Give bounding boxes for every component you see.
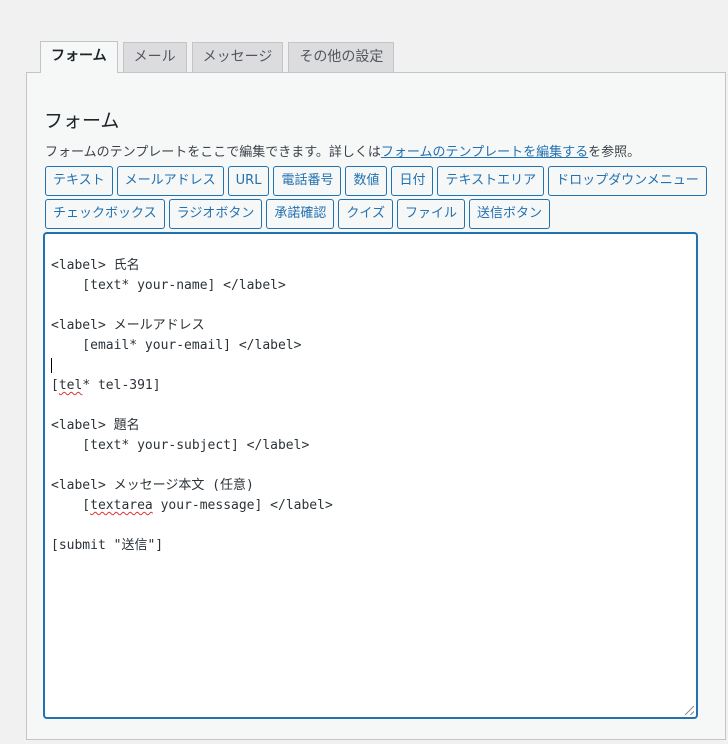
tag-textarea-button[interactable]: テキストエリア (437, 166, 545, 196)
tab-bar: フォーム メール メッセージ その他の設定 (40, 41, 399, 73)
spellcheck-word: tel (58, 378, 83, 393)
editor-text: * tel-391] (82, 378, 161, 393)
tag-url-button[interactable]: URL (227, 166, 270, 196)
editor-line: <label> メッセージ本文 (任意) (51, 478, 254, 493)
editor-line: [textarea your-message] </label> (51, 498, 333, 513)
tag-text-button[interactable]: テキスト (45, 166, 113, 196)
tag-radio-button[interactable]: ラジオボタン (168, 199, 263, 229)
editor-line: [submit "送信"] (51, 538, 164, 553)
editor-line-cursor (51, 356, 333, 376)
text-caret (51, 358, 52, 373)
editor-line: [text* your-name] </label> (51, 278, 286, 293)
description-prefix: フォームのテンプレートをここで編集できます。詳しくは (45, 145, 381, 160)
tag-email-button[interactable]: メールアドレス (116, 166, 224, 196)
tab-other-settings[interactable]: その他の設定 (288, 42, 395, 73)
tag-tel-button[interactable]: 電話番号 (273, 166, 342, 196)
tag-number-button[interactable]: 数値 (345, 166, 388, 196)
tag-quiz-button[interactable]: クイズ (338, 199, 394, 229)
spellcheck-word: textarea (90, 498, 153, 513)
description-suffix: を参照。 (588, 145, 641, 160)
tag-acceptance-button[interactable]: 承諾確認 (266, 199, 335, 229)
tab-form[interactable]: フォーム (40, 41, 118, 73)
editor-line: [text* your-subject] </label> (51, 438, 310, 453)
tag-generator-row-2: チェックボックス ラジオボタン 承諾確認 クイズ ファイル 送信ボタン (45, 199, 551, 229)
tag-generator-row-1: テキスト メールアドレス URL 電話番号 数値 日付 テキストエリア ドロップ… (45, 166, 707, 196)
tab-mail[interactable]: メール (122, 42, 187, 73)
editor-line: <label> 氏名 (51, 258, 140, 273)
editor-content: <label> 氏名 [text* your-name] </label> <l… (51, 256, 333, 556)
tag-checkbox-button[interactable]: チェックボックス (45, 199, 165, 229)
tag-date-button[interactable]: 日付 (391, 166, 434, 196)
editor-line: [tel* tel-391] (51, 378, 161, 393)
template-help-link[interactable]: フォームのテンプレートを編集する (381, 145, 588, 160)
panel-title: フォーム (44, 110, 120, 132)
editor-line: <label> メールアドレス (51, 318, 205, 333)
tag-submit-button[interactable]: 送信ボタン (469, 199, 551, 229)
form-panel: フォーム フォームのテンプレートをここで編集できます。詳しくはフォームのテンプレ… (26, 72, 726, 740)
tab-messages[interactable]: メッセージ (191, 42, 284, 73)
form-template-editor[interactable]: <label> 氏名 [text* your-name] </label> <l… (43, 232, 698, 719)
editor-line: [email* your-email] </label> (51, 338, 302, 353)
panel-description: フォームのテンプレートをここで編集できます。詳しくはフォームのテンプレートを編集… (45, 141, 640, 160)
editor-text: your-message] </label> (152, 498, 333, 513)
tag-dropdown-button[interactable]: ドロップダウンメニュー (548, 166, 707, 196)
resize-handle-icon[interactable] (685, 706, 694, 715)
tag-file-button[interactable]: ファイル (397, 199, 466, 229)
editor-line: <label> 題名 (51, 418, 140, 433)
